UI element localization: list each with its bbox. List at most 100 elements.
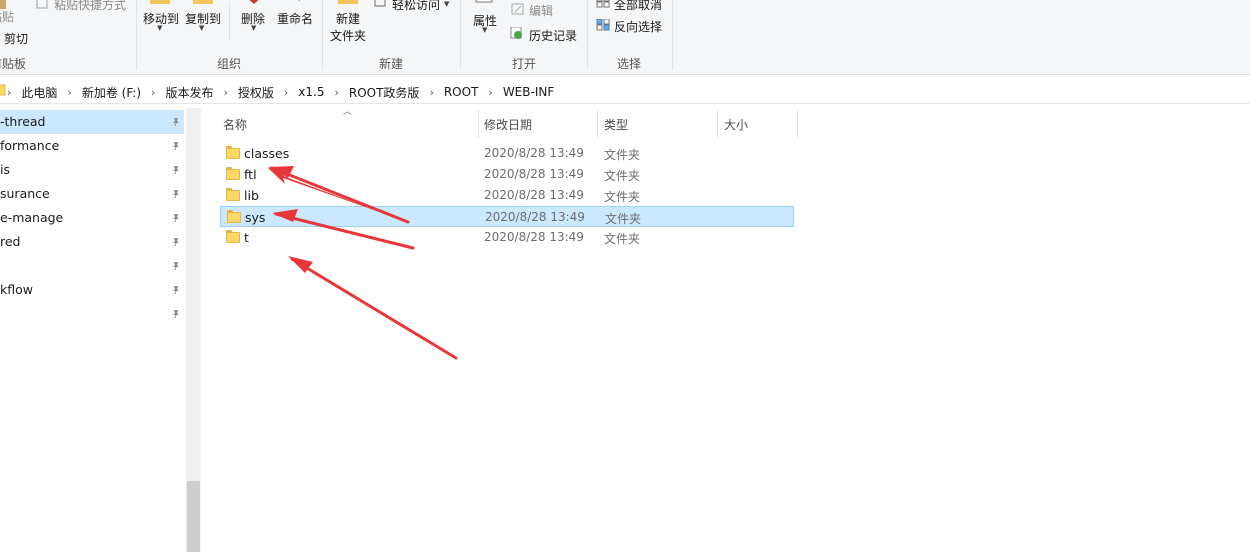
file-row[interactable]: lib 2020/8/28 13:49 文件夹 bbox=[220, 185, 794, 206]
breadcrumb-item[interactable]: ROOT bbox=[441, 85, 482, 99]
history-icon bbox=[510, 27, 522, 39]
nav-item[interactable]: formance bbox=[0, 134, 184, 158]
folder-icon bbox=[226, 146, 240, 159]
new-folder-button-line2[interactable]: 文件夹 bbox=[330, 27, 366, 44]
folder-icon bbox=[226, 230, 240, 243]
column-divider[interactable] bbox=[717, 110, 718, 138]
ribbon-divider bbox=[136, 0, 137, 70]
column-divider[interactable] bbox=[478, 110, 479, 138]
chevron-down-icon: ▼ bbox=[199, 24, 205, 32]
nav-item-label: -thread bbox=[0, 114, 46, 129]
rename-button[interactable]: 重命名 bbox=[277, 10, 313, 27]
select-none-button[interactable]: 全部取消 bbox=[614, 0, 662, 13]
navigation-pane: -thread formance is surance e-manage red kflow bbox=[0, 108, 202, 552]
ribbon-divider bbox=[460, 0, 461, 70]
breadcrumb-item[interactable]: x1.5 bbox=[295, 85, 327, 99]
pin-icon[interactable] bbox=[171, 165, 181, 175]
breadcrumb-item[interactable]: WEB-INF bbox=[500, 85, 557, 99]
breadcrumb-item[interactable]: 授权版 bbox=[235, 84, 277, 101]
nav-item[interactable]: is bbox=[0, 158, 184, 182]
paste-shortcut-icon bbox=[36, 0, 48, 9]
pin-icon[interactable] bbox=[171, 285, 181, 295]
pin-icon[interactable] bbox=[171, 237, 181, 247]
nav-item[interactable]: surance bbox=[0, 182, 184, 206]
nav-item[interactable]: red bbox=[0, 230, 184, 254]
ribbon-divider bbox=[229, 2, 230, 40]
cut-button[interactable]: 剪切 bbox=[4, 30, 28, 47]
nav-item-label: e-manage bbox=[0, 210, 64, 225]
nav-item[interactable] bbox=[0, 254, 184, 278]
file-row[interactable]: ftl 2020/8/28 13:49 文件夹 bbox=[220, 164, 794, 185]
address-bar[interactable]: › 此电脑 › 新加卷 (F:) › 版本发布 › 授权版 › x1.5 › ROOT政务版 › ROOT… bbox=[0, 78, 1250, 104]
nav-item-label: red bbox=[0, 234, 21, 249]
pin-icon[interactable] bbox=[171, 189, 181, 199]
edit-icon bbox=[511, 3, 524, 15]
ribbon-divider bbox=[587, 0, 588, 70]
history-button[interactable]: 历史记录 bbox=[529, 27, 577, 44]
open-group-label: 打开 bbox=[512, 57, 537, 71]
organize-group-label: 组织 bbox=[217, 57, 242, 71]
chevron-right-icon[interactable]: › bbox=[327, 86, 345, 99]
pin-icon[interactable] bbox=[171, 309, 181, 319]
copy-to-icon bbox=[193, 0, 213, 4]
ribbon: 粘贴 粘贴快捷方式 剪切 剪贴板 移动到 ▼ 复制到 ▼ 删除 ▼ 重命名 组织… bbox=[0, 0, 1250, 75]
chevron-right-icon[interactable]: › bbox=[422, 86, 440, 99]
file-row[interactable]: classes 2020/8/28 13:49 文件夹 bbox=[220, 143, 794, 164]
breadcrumb-item[interactable]: 版本发布 bbox=[162, 84, 216, 101]
file-type: 文件夹 bbox=[604, 190, 641, 204]
column-header-date[interactable]: 修改日期 bbox=[484, 116, 532, 133]
paste-shortcut-button[interactable]: 粘贴快捷方式 bbox=[54, 0, 126, 13]
pin-icon[interactable] bbox=[171, 213, 181, 223]
chevron-down-icon: ▼ bbox=[444, 0, 450, 8]
file-name: ftl bbox=[244, 167, 257, 182]
chevron-right-icon[interactable]: › bbox=[60, 86, 78, 99]
file-type: 文件夹 bbox=[604, 169, 641, 183]
column-header-type[interactable]: 类型 bbox=[604, 116, 628, 133]
file-row[interactable]: t 2020/8/28 13:49 文件夹 bbox=[220, 227, 794, 248]
nav-item[interactable] bbox=[0, 302, 184, 326]
file-date: 2020/8/28 13:49 bbox=[484, 188, 584, 202]
annotation-arrow bbox=[288, 256, 458, 360]
easy-access-button[interactable]: 轻松访问 bbox=[392, 0, 440, 13]
new-group-label: 新建 bbox=[379, 57, 404, 71]
nav-item[interactable]: e-manage bbox=[0, 206, 184, 230]
chevron-right-icon[interactable]: › bbox=[144, 86, 162, 99]
file-date: 2020/8/28 13:49 bbox=[484, 146, 584, 160]
chevron-down-icon: ▼ bbox=[251, 24, 257, 32]
properties-icon bbox=[475, 0, 493, 3]
chevron-right-icon[interactable]: › bbox=[216, 86, 234, 99]
column-header-name[interactable]: 名称 bbox=[223, 116, 247, 133]
column-header-size[interactable]: 大小 bbox=[724, 116, 748, 133]
edit-button[interactable]: 编辑 bbox=[529, 2, 553, 19]
breadcrumb-item[interactable]: ROOT政务版 bbox=[346, 84, 423, 101]
pin-icon[interactable] bbox=[171, 117, 181, 127]
folder-icon bbox=[227, 210, 241, 223]
breadcrumb-item[interactable]: 此电脑 bbox=[18, 84, 60, 101]
chevron-right-icon[interactable]: › bbox=[0, 86, 18, 99]
nav-item[interactable]: -thread bbox=[0, 110, 184, 134]
file-name: sys bbox=[245, 210, 266, 225]
file-type: 文件夹 bbox=[604, 148, 641, 162]
file-type: 文件夹 bbox=[604, 232, 641, 246]
scrollbar-thumb[interactable] bbox=[187, 481, 200, 552]
chevron-down-icon: ▼ bbox=[157, 24, 163, 32]
chevron-right-icon[interactable]: › bbox=[481, 86, 499, 99]
invert-selection-icon bbox=[596, 19, 610, 31]
invert-selection-button[interactable]: 反向选择 bbox=[614, 18, 662, 35]
easy-access-icon bbox=[374, 0, 386, 7]
file-row[interactable]: sys 2020/8/28 13:49 文件夹 bbox=[220, 206, 794, 227]
pin-icon[interactable] bbox=[171, 261, 181, 271]
chevron-right-icon[interactable]: › bbox=[277, 86, 295, 99]
column-divider[interactable] bbox=[597, 110, 598, 138]
breadcrumb: › 此电脑 › 新加卷 (F:) › 版本发布 › 授权版 › x1.5 › ROOT政务版 › ROOT… bbox=[0, 82, 557, 102]
file-name: classes bbox=[244, 146, 290, 161]
nav-item-label: formance bbox=[0, 138, 60, 153]
new-folder-button[interactable]: 新建 bbox=[336, 10, 360, 27]
file-date: 2020/8/28 13:49 bbox=[484, 230, 584, 244]
column-divider[interactable] bbox=[797, 110, 798, 138]
pin-icon[interactable] bbox=[171, 141, 181, 151]
nav-item[interactable]: kflow bbox=[0, 278, 184, 302]
breadcrumb-item[interactable]: 新加卷 (F:) bbox=[79, 84, 144, 101]
paste-button[interactable]: 粘贴 bbox=[0, 8, 14, 25]
rename-icon bbox=[298, 0, 300, 1]
